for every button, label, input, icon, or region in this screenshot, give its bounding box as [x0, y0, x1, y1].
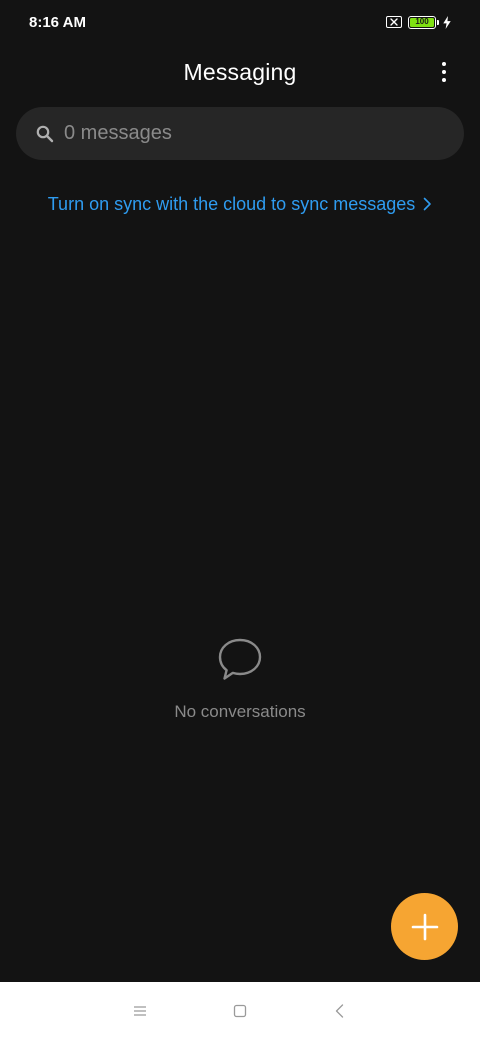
chevron-right-icon	[423, 197, 432, 211]
page-title: Messaging	[183, 58, 297, 85]
search-icon	[36, 125, 54, 142]
empty-state-text: No conversations	[174, 702, 306, 721]
more-vertical-icon	[442, 62, 446, 66]
status-time: 8:16 AM	[29, 13, 86, 31]
home-button[interactable]	[220, 991, 260, 1031]
status-icons: 100	[386, 15, 452, 29]
system-navigation-bar	[0, 982, 480, 1040]
back-icon	[335, 1004, 344, 1018]
battery-level: 100	[410, 17, 434, 27]
more-options-button[interactable]	[432, 58, 456, 86]
app-header: Messaging	[0, 52, 480, 92]
back-button[interactable]	[320, 991, 360, 1031]
status-bar: 8:16 AM 100	[0, 0, 480, 44]
search-input[interactable]	[64, 122, 424, 145]
chat-bubble-icon	[218, 638, 262, 680]
battery-icon: 100	[408, 15, 439, 29]
recent-apps-button[interactable]	[120, 991, 160, 1031]
charging-bolt-icon	[443, 15, 451, 29]
cloud-sync-link[interactable]: Turn on sync with the cloud to sync mess…	[0, 190, 480, 218]
cloud-sync-text: Turn on sync with the cloud to sync mess…	[47, 193, 416, 214]
home-square-icon	[233, 1004, 247, 1018]
plus-icon	[411, 913, 438, 940]
messaging-screen: 8:16 AM 100 Messaging Tu	[0, 0, 480, 1040]
new-message-button[interactable]	[391, 893, 458, 960]
sim-missing-icon	[386, 16, 402, 28]
menu-icon	[134, 1006, 146, 1016]
empty-state: No conversations	[0, 636, 480, 722]
search-bar[interactable]	[16, 107, 464, 160]
